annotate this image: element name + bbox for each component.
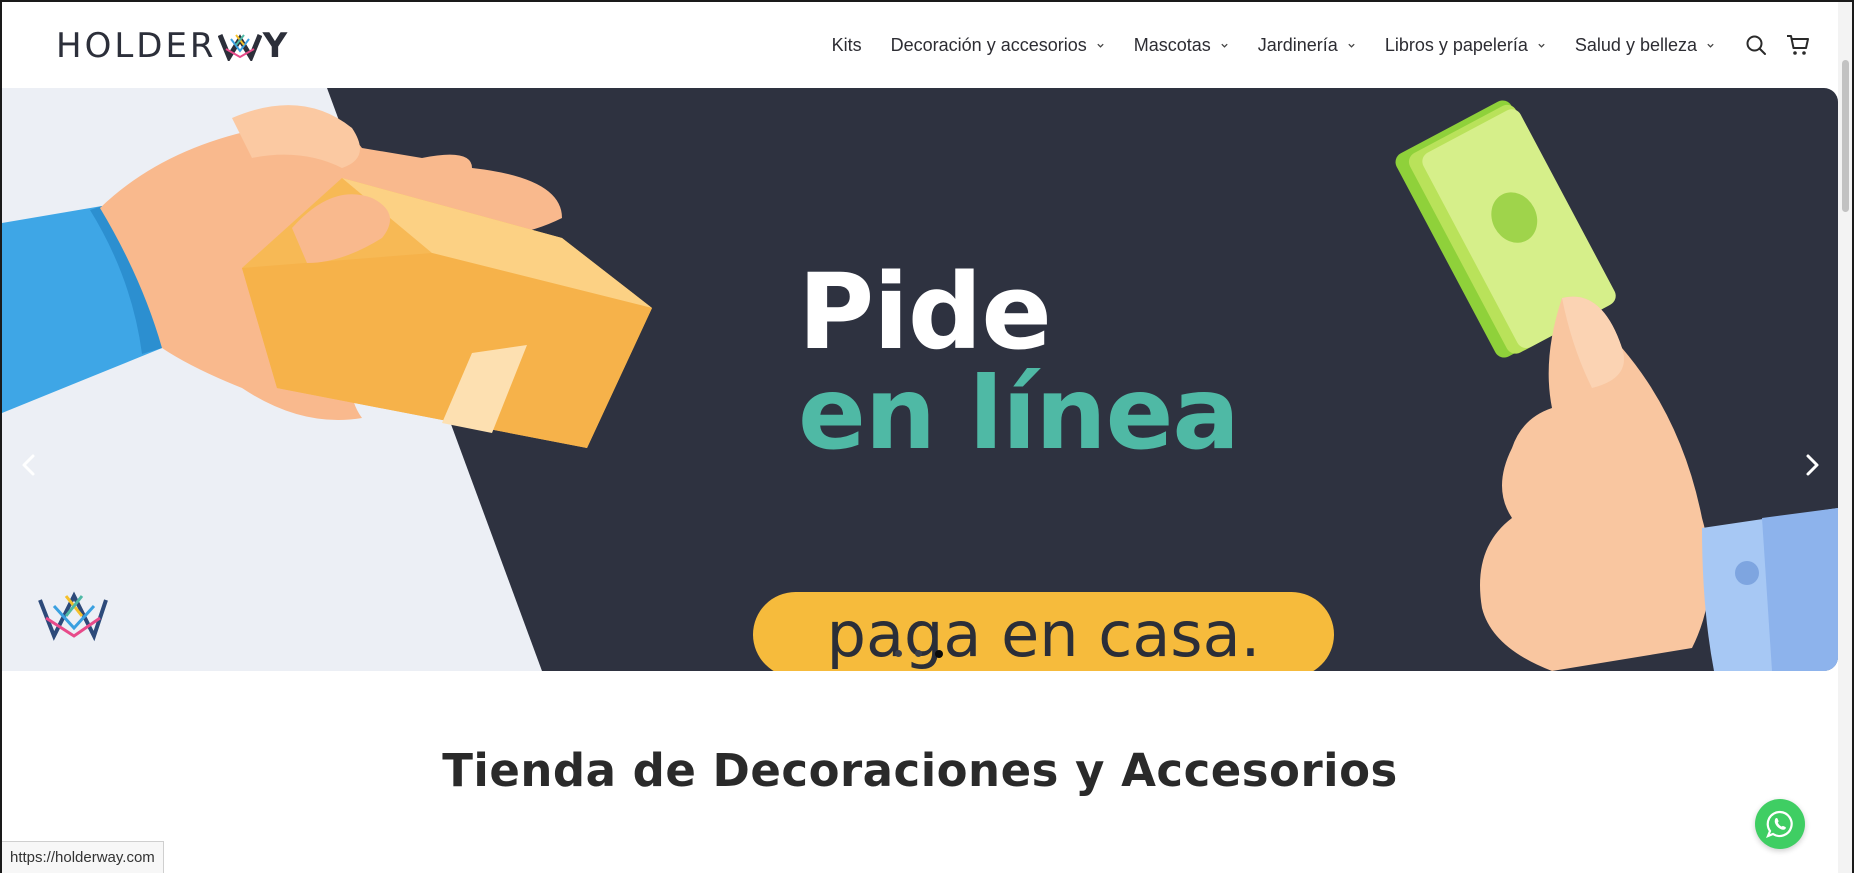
search-button[interactable] xyxy=(1744,33,1768,57)
search-icon xyxy=(1746,35,1766,55)
nav-item-label: Decoración y accesorios xyxy=(890,34,1087,55)
browser-viewport: HOLDER Y Kits Decoración y accesorios Ma… xyxy=(0,0,1854,873)
chevron-left-icon[interactable] xyxy=(14,450,44,480)
chevron-down-icon xyxy=(1707,43,1714,48)
chevron-down-icon xyxy=(1097,43,1104,48)
nav-item-label: Kits xyxy=(831,34,862,55)
logo-text-right: Y xyxy=(262,26,289,66)
section-title: Tienda de Decoraciones y Accesorios xyxy=(442,744,1398,797)
carousel-dot[interactable] xyxy=(895,650,902,657)
nav-item-jardineria[interactable]: Jardinería xyxy=(1258,35,1356,56)
chevron-down-icon xyxy=(1221,43,1228,48)
hero-line-2: en línea xyxy=(798,355,1240,472)
nav-item-salud[interactable]: Salud y belleza xyxy=(1575,35,1715,56)
site-logo[interactable]: HOLDER Y xyxy=(56,26,288,66)
nav-item-mascotas[interactable]: Mascotas xyxy=(1134,35,1229,56)
main-nav: Kits Decoración y accesorios Mascotas Ja… xyxy=(832,2,1840,88)
chevron-right-icon[interactable] xyxy=(1797,450,1827,480)
nav-item-label: Libros y papelería xyxy=(1384,34,1528,55)
nav-item-decoracion[interactable]: Decoración y accesorios xyxy=(891,35,1105,56)
crown-logo-icon xyxy=(217,34,262,61)
page-scrollbar[interactable] xyxy=(1838,2,1852,873)
logo-text-left: HOLDER xyxy=(56,26,217,66)
chevron-down-icon xyxy=(1348,43,1355,48)
nav-item-label: Salud y belleza xyxy=(1574,34,1697,55)
hero-headline: Pide en línea xyxy=(798,260,1398,466)
whatsapp-icon xyxy=(1766,810,1793,838)
carousel-dots xyxy=(895,650,943,658)
hero-line-1: Pide xyxy=(798,251,1052,373)
status-url: https://holderway.com xyxy=(2,841,164,873)
carousel-dot-active[interactable] xyxy=(935,650,943,658)
hero-banner: Pide en línea paga en casa. xyxy=(2,88,1838,671)
site-header: HOLDER Y Kits Decoración y accesorios Ma… xyxy=(2,2,1840,88)
nav-item-label: Jardinería xyxy=(1257,34,1338,55)
chevron-down-icon xyxy=(1538,43,1545,48)
hero-pill: paga en casa. xyxy=(753,592,1334,671)
nav-item-kits[interactable]: Kits xyxy=(832,35,862,56)
nav-item-libros[interactable]: Libros y papelería xyxy=(1385,35,1546,56)
cart-icon xyxy=(1787,35,1809,55)
carousel-dot[interactable] xyxy=(915,650,922,657)
cart-button[interactable] xyxy=(1786,33,1810,57)
scrollbar-thumb[interactable] xyxy=(1842,60,1849,212)
nav-item-label: Mascotas xyxy=(1133,34,1211,55)
whatsapp-button[interactable] xyxy=(1755,799,1805,849)
